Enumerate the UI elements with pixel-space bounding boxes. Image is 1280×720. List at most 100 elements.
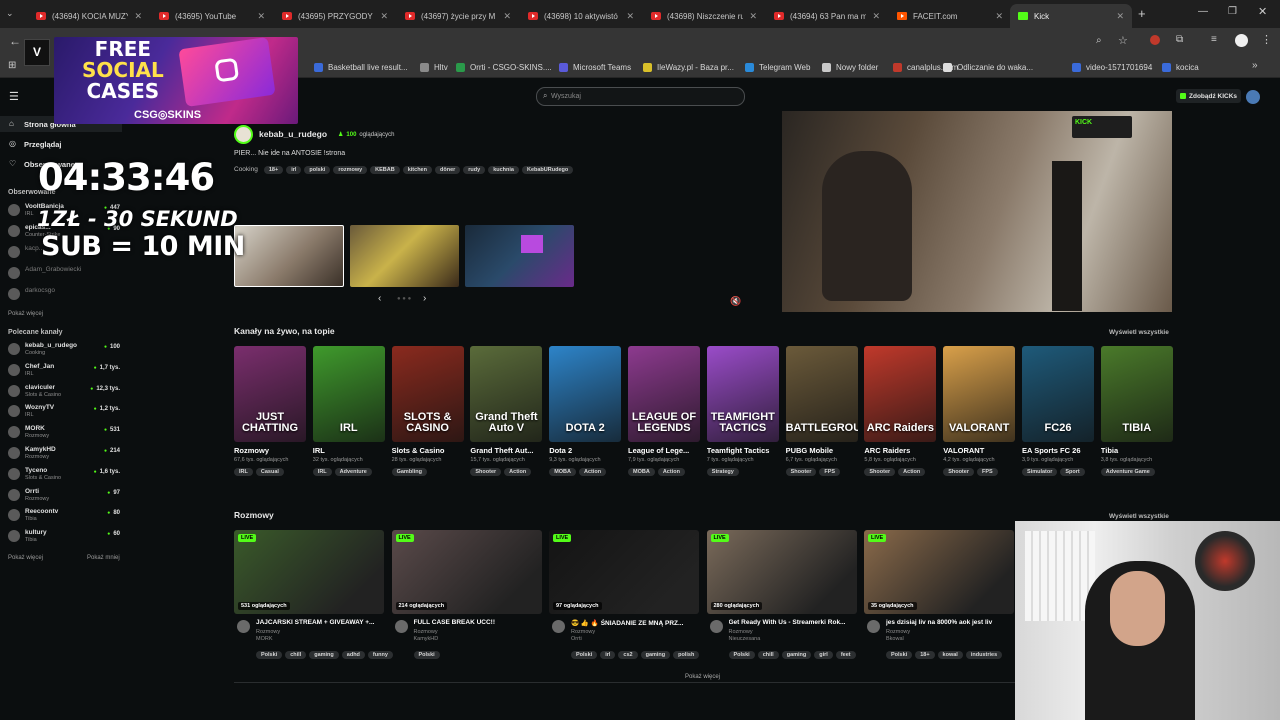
tag-pill[interactable]: MOBA [628,468,655,476]
bookmark-item[interactable]: kocica [1162,60,1199,74]
featured-channel-name[interactable]: kebab_u_rudego [259,129,327,139]
stream-channel[interactable]: KamykHD [414,636,439,642]
bookmark-item[interactable]: video-1571701694 [1072,60,1152,74]
get-kicks-button[interactable]: Zdobądź KICKs [1176,89,1242,103]
avatar[interactable] [552,620,565,633]
tag-pill[interactable]: rozmowy [333,166,368,174]
stream-title[interactable]: 😎 👍 🔥 ŚNIADANIE ZE MNĄ PRZ... [571,619,697,627]
hamburger-menu-icon[interactable]: ☰ [9,90,19,103]
close-tab-icon[interactable]: ✕ [380,11,388,22]
extension-icon[interactable] [1150,35,1160,45]
category-card[interactable]: Grand Theft Auto V Grand Theft Aut... 15,7… [470,346,543,476]
recommended-channel[interactable]: WoznyTVIRL 1,2 tys. [8,403,122,423]
tag-pill[interactable]: FPS [819,468,841,476]
avatar[interactable] [237,620,250,633]
show-more-recommended[interactable]: Pokaż więcej [8,555,43,561]
tag-pill[interactable]: döner [434,166,461,174]
featured-avatar[interactable] [234,125,253,144]
search-bar[interactable]: ⌕ Wyszukaj [536,87,745,106]
media-icon[interactable]: ≡ [1211,34,1217,45]
stream-thumbnail[interactable]: LIVE 280 oglądających [706,530,857,614]
maximize-icon[interactable]: ❐ [1228,6,1237,17]
tab-list-icon[interactable]: ⌄ [6,8,20,20]
recommended-channel[interactable]: kebab_u_rudegoCooking 100 [8,341,122,361]
stream-card[interactable]: LIVE 214 oglądających FULL CASE BREAK UCC!… [391,530,542,659]
back-icon[interactable]: ← [9,34,21,48]
category-card[interactable]: LEAGUE OF LEGENDS League of Lege... 7,9 ty… [628,346,700,476]
tag-pill[interactable]: girl [814,651,833,659]
stream-title[interactable]: jes dzisiaj liv na 8000% aok jest liv [886,619,1012,626]
clip-thumbnail[interactable] [350,225,459,287]
category-card[interactable]: BATTLEGROUNDS PUBG Mobile 6,7 tys. oglądaj… [785,346,858,476]
clip-thumbnail[interactable] [465,225,574,287]
tag-pill[interactable]: Polski [413,651,440,659]
bookmark-item[interactable]: IleWazy.pl - Baza pr... [643,60,734,74]
tag-pill[interactable]: KebabURudego [521,166,574,174]
browser-tab[interactable]: (43694) KOCIA MUZYKA ✕ [28,4,150,28]
category-card[interactable]: FC26 EA Sports FC 26 3,9 tys. oglądających… [1022,346,1094,476]
close-tab-icon[interactable]: ✕ [995,11,1003,22]
new-tab-button[interactable]: + [1138,6,1146,21]
extensions-puzzle-icon[interactable]: ⧉ [1176,34,1183,45]
bookmark-item[interactable]: Orrti - CSGO-SKINS.... [456,60,552,74]
recommended-channel[interactable]: MORKRozmowy 531 [8,424,122,444]
featured-video-player[interactable]: KICK [782,111,1172,312]
bookmark-item[interactable]: Basketball live result... [314,60,408,74]
stream-title[interactable]: FULL CASE BREAK UCC!! [414,619,540,626]
stream-channel[interactable]: Bkowal [886,636,904,642]
stream-title[interactable]: Get Ready With Us - Streamerki Rok... [729,619,855,626]
recommended-channel[interactable]: OrrtiRozmowy 97 [8,487,122,507]
category-card[interactable]: DOTA 2 Dota 2 9,3 tys. oglądających MOBA Act… [549,346,622,476]
tag-pill[interactable]: irl [600,651,616,659]
stream-thumbnail[interactable]: LIVE 214 oglądających [391,530,542,614]
clip-thumbnail[interactable] [234,225,344,287]
show-less-recommended[interactable]: Pokaż mniej [87,555,120,561]
tag-pill[interactable]: Casual [255,468,284,476]
stream-category[interactable]: Rozmowy [729,629,753,635]
tag-pill[interactable]: Sport [1060,468,1085,476]
recommended-channel[interactable]: Chef_JanIRL 1,7 tys. [8,362,122,382]
browser-tab[interactable]: (43698) Niszczenie ru ✕ [643,4,765,28]
close-tab-icon[interactable]: ✕ [626,11,634,22]
recommended-channel[interactable]: TycenoSlots & Casino 1,6 tys. [8,466,122,486]
stream-thumbnail[interactable]: LIVE 531 oglądających [234,530,384,614]
tag-pill[interactable]: funny [367,651,393,659]
see-all-categories-link[interactable]: Wyświetl wszystkie [1109,329,1169,336]
stream-card[interactable]: LIVE 531 oglądających JAJCARSKI STREAM + G… [234,530,393,659]
show-more-streams-button[interactable]: Pokaż więcej [675,674,731,680]
browser-tab[interactable]: FACEIT.com ✕ [889,4,1011,28]
tag-pill[interactable]: Adventure [334,468,372,476]
stream-channel[interactable]: Orrti [571,636,582,642]
bookmark-item[interactable]: Odliczanie do waka... [943,60,1033,74]
category-card[interactable]: JUST CHATTING Rozmowy 67,6 tys. oglądający… [234,346,306,476]
tag-pill[interactable]: Adventure Game [1100,468,1155,476]
user-avatar[interactable] [1246,90,1260,104]
bookmark-star-icon[interactable]: ☆ [1118,34,1128,47]
tag-pill[interactable]: Shooter [864,468,896,476]
tag-pill[interactable]: cs2 [618,651,638,659]
tag-pill[interactable]: 18+ [915,651,935,659]
stream-channel[interactable]: Nieuczesana [729,636,761,642]
menu-icon[interactable]: ⋮ [1261,33,1272,46]
close-tab-icon[interactable]: ✕ [749,11,757,22]
browser-tab[interactable]: (43694) 63 Pan ma m ✕ [766,4,888,28]
tag-pill[interactable]: gaming [309,651,339,659]
recommended-channel[interactable]: ReecoontvTibia 80 [8,507,122,527]
bookmark-item[interactable]: Telegram Web [745,60,810,74]
stream-card[interactable]: LIVE 97 oglądających 😎 👍 🔥 ŚNIADANIE ZE MN… [549,530,700,659]
tag-pill[interactable]: Polski [571,651,598,659]
tag-pill[interactable]: Polski [728,651,755,659]
tag-pill[interactable]: FPS [976,468,998,476]
minimize-icon[interactable]: — [1198,6,1208,17]
stream-category[interactable]: Rozmowy [414,629,438,635]
close-tab-icon[interactable]: ✕ [1116,11,1124,22]
browser-tab[interactable]: (43697) życie przy M ✕ [397,4,519,28]
tag-pill[interactable]: Shooter [785,468,817,476]
tag-pill[interactable]: Action [657,468,685,476]
close-tab-icon[interactable]: ✕ [134,11,142,22]
tag-pill[interactable]: feet [835,651,856,659]
tag-pill[interactable]: Strategy [706,468,739,476]
featured-category[interactable]: Cooking [234,166,258,173]
tag-pill[interactable]: kowal [937,651,963,659]
tag-pill[interactable]: Action [898,468,926,476]
